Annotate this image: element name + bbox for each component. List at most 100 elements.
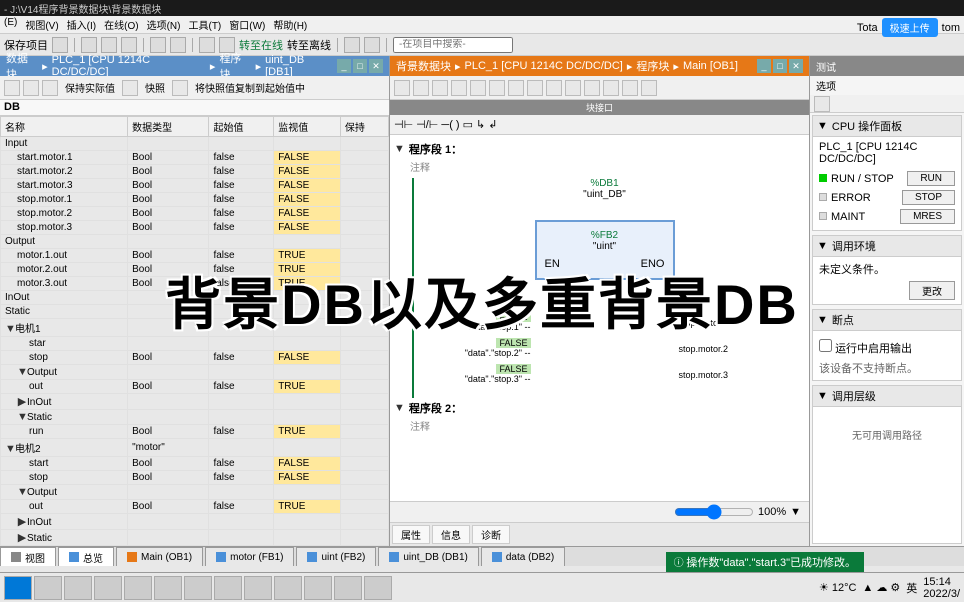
contact-no-icon[interactable]: ⊣⊢ xyxy=(394,118,413,131)
tray-icons[interactable]: ▲ ☁ ⚙ xyxy=(862,581,900,594)
app1[interactable] xyxy=(64,576,92,600)
app9[interactable] xyxy=(304,576,332,600)
stop-button[interactable]: STOP xyxy=(902,190,955,205)
cloud-upload-button[interactable]: 极速上传 xyxy=(882,18,938,37)
env-collapse-icon[interactable]: ▼ xyxy=(817,240,828,252)
fb-input-pin[interactable]: FALSE"data"."stop.2" -- xyxy=(465,338,537,358)
table-row[interactable]: stopBoolfalseFALSE xyxy=(1,351,389,365)
redo-button[interactable] xyxy=(170,37,186,53)
menu-help[interactable]: 帮助(H) xyxy=(273,17,307,32)
keep-actual-button[interactable]: 保持实际值 xyxy=(61,80,119,95)
crumb2-blocks[interactable]: 程序块 xyxy=(636,58,669,74)
app11[interactable] xyxy=(364,576,392,600)
snapshot-button[interactable]: 快照 xyxy=(141,80,169,95)
go-offline-button[interactable]: 转至离线 xyxy=(287,37,331,53)
box-icon[interactable]: ▭ xyxy=(463,118,473,131)
table-row[interactable]: ▶Static xyxy=(1,530,389,546)
menu-online[interactable]: 在线(O) xyxy=(104,17,138,32)
maximize-icon[interactable]: □ xyxy=(353,59,367,73)
editor-tab[interactable]: uint_DB (DB1) xyxy=(378,547,478,566)
table-row[interactable]: stop.motor.3BoolfalseFALSE xyxy=(1,221,389,235)
crumb-plc[interactable]: PLC_1 [CPU 1214C DC/DC/DC] xyxy=(52,54,206,78)
table-row[interactable]: startBoolfalseFALSE xyxy=(1,457,389,471)
lt2[interactable] xyxy=(413,80,429,96)
menu-view[interactable]: 视图(V) xyxy=(25,17,58,32)
table-row[interactable]: start.motor.2BoolfalseFALSE xyxy=(1,165,389,179)
coil-icon[interactable]: ─( ) xyxy=(441,119,459,131)
branch-icon[interactable]: ↳ xyxy=(476,118,485,131)
editor-tab[interactable]: Main (OB1) xyxy=(116,547,203,566)
close-icon[interactable]: ✕ xyxy=(369,59,383,73)
app10[interactable] xyxy=(334,576,362,600)
lt14[interactable] xyxy=(641,80,657,96)
block-interface-header[interactable]: 块接口 xyxy=(390,100,809,115)
tb3[interactable] xyxy=(42,80,58,96)
minimize-icon[interactable]: _ xyxy=(337,59,351,73)
app7[interactable] xyxy=(244,576,272,600)
editor-tab[interactable]: motor (FB1) xyxy=(205,547,294,566)
table-row[interactable]: ▶InOut xyxy=(1,514,389,530)
max2-icon[interactable]: □ xyxy=(773,59,787,73)
weather-widget[interactable]: ☀ 12°C xyxy=(819,581,857,594)
app3[interactable] xyxy=(124,576,152,600)
app6[interactable] xyxy=(214,576,242,600)
paste-button[interactable] xyxy=(121,37,137,53)
lt11[interactable] xyxy=(584,80,600,96)
collapse-icon[interactable]: ▼ xyxy=(394,143,405,155)
zoom-slider[interactable] xyxy=(674,504,754,520)
tb5[interactable] xyxy=(172,80,188,96)
download-button[interactable] xyxy=(199,37,215,53)
lt6[interactable] xyxy=(489,80,505,96)
copy-button[interactable] xyxy=(101,37,117,53)
network2-comment[interactable]: 注释 xyxy=(394,418,805,433)
editor-tab[interactable]: data (DB2) xyxy=(481,547,565,566)
toolbar-btn[interactable] xyxy=(52,37,68,53)
mres-button[interactable]: MRES xyxy=(900,209,955,224)
menu-edit[interactable]: (E) xyxy=(4,17,17,32)
editor-tab[interactable]: uint (FB2) xyxy=(296,547,376,566)
tb1[interactable] xyxy=(4,80,20,96)
lt3[interactable] xyxy=(432,80,448,96)
app2[interactable] xyxy=(94,576,122,600)
lt7[interactable] xyxy=(508,80,524,96)
table-row[interactable]: ▼Output xyxy=(1,365,389,380)
table-row[interactable]: ▼Output xyxy=(1,485,389,500)
lt1[interactable] xyxy=(394,80,410,96)
table-row[interactable]: outBoolfalseTRUE xyxy=(1,380,389,394)
app8[interactable] xyxy=(274,576,302,600)
table-row[interactable]: ▼电机2"motor" xyxy=(1,439,389,457)
menu-insert[interactable]: 插入(I) xyxy=(67,17,96,32)
menu-options[interactable]: 选项(N) xyxy=(147,17,181,32)
run-button[interactable]: RUN xyxy=(907,171,955,186)
toolbar-btn2[interactable] xyxy=(344,37,360,53)
table-row[interactable]: Output xyxy=(1,235,389,249)
col-name[interactable]: 名称 xyxy=(1,117,128,137)
app4[interactable] xyxy=(154,576,182,600)
crumb2-bg[interactable]: 背景数据块 xyxy=(396,58,451,74)
zoom-dropdown-icon[interactable]: ▼ xyxy=(790,506,801,518)
undo-button[interactable] xyxy=(150,37,166,53)
toolbar-btn3[interactable] xyxy=(364,37,380,53)
copy-snapshot-button[interactable]: 将快照值复制到起始值中 xyxy=(191,80,309,95)
table-row[interactable]: ▼Static xyxy=(1,410,389,425)
tb4[interactable] xyxy=(122,80,138,96)
tab-info[interactable]: 信息 xyxy=(432,525,470,544)
ime-indicator[interactable]: 英 xyxy=(906,580,917,596)
lt8[interactable] xyxy=(527,80,543,96)
contact-nc-icon[interactable]: ⊣/⊢ xyxy=(416,118,438,131)
lt5[interactable] xyxy=(470,80,486,96)
crumb2-plc[interactable]: PLC_1 [CPU 1214C DC/DC/DC] xyxy=(465,60,623,72)
search-icon[interactable] xyxy=(34,576,62,600)
lt4[interactable] xyxy=(451,80,467,96)
table-row[interactable]: stop.motor.1BoolfalseFALSE xyxy=(1,193,389,207)
col-monitor[interactable]: 监视值 xyxy=(274,117,341,137)
col-start[interactable]: 起始值 xyxy=(209,117,274,137)
fb-input-pin[interactable]: FALSE"data"."stop.3" -- xyxy=(465,364,537,384)
table-row[interactable]: stop.motor.2BoolfalseFALSE xyxy=(1,207,389,221)
col-retain[interactable]: 保持 xyxy=(340,117,388,137)
cut-button[interactable] xyxy=(81,37,97,53)
min2-icon[interactable]: _ xyxy=(757,59,771,73)
lt9[interactable] xyxy=(546,80,562,96)
table-row[interactable]: outBoolfalseTRUE xyxy=(1,500,389,514)
network1-comment[interactable]: 注释 xyxy=(394,159,805,174)
